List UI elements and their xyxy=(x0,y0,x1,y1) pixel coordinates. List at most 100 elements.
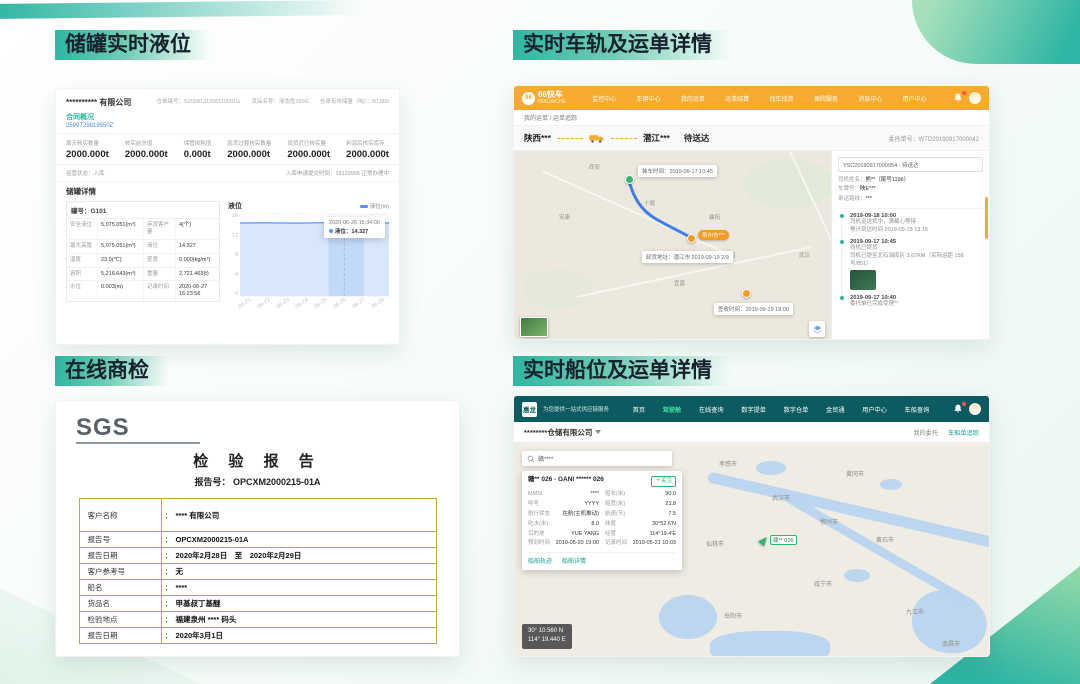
field-value: YYYY xyxy=(584,500,599,510)
breadcrumb[interactable]: 我的运单 / 运单追踪 xyxy=(514,110,989,126)
row-label: 客户名称 xyxy=(80,499,162,531)
start-marker-icon[interactable] xyxy=(625,175,634,184)
tank-contract-number-link[interactable]: 2599T29819550Z xyxy=(66,123,389,129)
section-title-ship-track: 实时船位及运单详情 xyxy=(513,356,732,386)
field-label: 呼号 xyxy=(528,500,539,510)
truck-main-split: 西安 安康 十堰 襄阳 荆门 宜昌 武汉 重庆 荆州仓*** 装车时间：2019… xyxy=(514,151,989,340)
ship-map[interactable]: 孝感市 武汉市 黄冈市 鄂州市 黄石市 仙桃市 咸宁市 九江市 南昌市 岳阳市 … xyxy=(514,443,989,657)
colon: ： xyxy=(162,510,176,521)
waybill-number: 委托单号：WTD20190917000042 xyxy=(889,134,979,143)
row-label: 货品名 xyxy=(80,596,162,611)
fields-right: 船长(米)90.0 船宽(米)23.8 航速(节)7.5 纬度30°52.6′N… xyxy=(605,490,676,549)
waybill-search-input[interactable]: YSC20190917000054 - 待送达 xyxy=(838,157,983,172)
field-label: 经度 xyxy=(605,530,616,540)
topnav-item[interactable]: 数字仓单 xyxy=(784,405,809,414)
ship-marker[interactable]: 赣** 026 xyxy=(760,535,797,545)
avatar[interactable] xyxy=(969,92,981,104)
truck-icon xyxy=(589,134,605,143)
ship-track-link[interactable]: 船舶轨迹 xyxy=(528,556,552,565)
ship-app-logo[interactable]: 惠龙 xyxy=(522,402,537,417)
field-value: 23.8 xyxy=(665,500,676,510)
cell-value: 0.000(kg/m³) xyxy=(175,254,219,267)
warehouse-pin-label[interactable]: 荆州仓*** xyxy=(698,230,729,240)
row-value: OPCXM2000215-01A xyxy=(176,535,436,544)
tank-contract-label: 合同概况 xyxy=(66,112,389,122)
ship-top-nav-bar: 惠龙 为您提供一站式供应链服务 首页 驾驶舱 在线查询 数字提单 数字仓单 金贸… xyxy=(514,396,989,422)
cell-value: 2020-06-27 16:23:56 xyxy=(175,281,219,301)
chart-plot-area: 16 12 8 4 0 xyxy=(228,213,389,297)
vessel-search-input[interactable]: 赣**** xyxy=(522,451,672,466)
lake xyxy=(659,595,717,639)
avatar[interactable] xyxy=(969,403,981,415)
topnav-item[interactable]: 金贸通 xyxy=(826,405,845,414)
cell-value: 23.0(℃) xyxy=(97,254,143,267)
topnav-item[interactable]: 监控中心 xyxy=(592,94,616,103)
topnav-item[interactable]: 找车找货 xyxy=(770,94,794,103)
scrollbar-thumb[interactable] xyxy=(985,197,988,239)
field-value: 在航(主机推动) xyxy=(562,510,599,520)
route-destination: 潜江*** xyxy=(643,132,670,144)
page: 储罐实时液位 实时车轨及运单详情 在线商检 实时船位及运单详情 ********… xyxy=(0,0,1080,684)
topnav-item[interactable]: 首页 xyxy=(633,405,645,414)
follow-button[interactable]: ＋关注 xyxy=(651,476,676,487)
x-tick: 06-23 xyxy=(276,297,295,316)
company-selector[interactable]: ********仓储有限公司 xyxy=(524,427,601,438)
map-city-label: 西安 xyxy=(589,163,600,171)
vehicle-ship-tracking-link[interactable]: 车船单追踪 xyxy=(948,428,979,437)
x-tick: 06-22 xyxy=(257,297,276,316)
ship-detail-link[interactable]: 船舶详情 xyxy=(562,556,586,565)
tank-status: 运营状态：入库 xyxy=(66,169,105,177)
table-row: 客户名称：**** 有限公司 xyxy=(80,499,436,531)
row-value: **** 有限公司 xyxy=(176,510,436,521)
bell-icon[interactable] xyxy=(953,93,963,103)
satellite-layer-toggle[interactable] xyxy=(520,317,548,337)
bell-icon[interactable] xyxy=(953,404,963,414)
topnav-item[interactable]: 用户中心 xyxy=(862,405,887,414)
topnav-item[interactable]: 保险服务 xyxy=(814,94,838,103)
truck-app-logo[interactable]: 66 66快车 66KUAICHE xyxy=(522,91,566,105)
layers-control[interactable] xyxy=(809,321,825,337)
topnav-item[interactable]: 车船查询 xyxy=(905,405,930,414)
notification-badge xyxy=(962,91,966,95)
topnav-item[interactable]: 消息中心 xyxy=(858,94,882,103)
truck-map[interactable]: 西安 安康 十堰 襄阳 荆门 宜昌 武汉 重庆 荆州仓*** 装车时间：2019… xyxy=(514,151,831,340)
report-number-line: 报告号： OPCXM2000215-01A xyxy=(76,475,439,488)
stat-label: 周天核实数量 xyxy=(66,139,109,147)
topnav-item[interactable]: 用户中心 xyxy=(903,94,927,103)
search-value: 赣**** xyxy=(538,454,553,463)
info-value: 陕E*** xyxy=(860,185,876,194)
row-value: **** xyxy=(176,583,436,592)
tank-stat: 利润后核实库存2000.000t xyxy=(346,139,389,160)
topnav-item[interactable]: 我的运单 xyxy=(681,94,705,103)
cell-label: 液位 xyxy=(143,240,175,253)
y-tick: 4 xyxy=(228,272,238,278)
brand-name: 66快车 xyxy=(538,91,566,99)
cell-value: 5,216.643(m³) xyxy=(97,268,143,281)
field-value: **** xyxy=(590,490,599,500)
topnav-item[interactable]: 在线查询 xyxy=(699,405,724,414)
field-row: 航行状态在航(主机推动) xyxy=(528,510,599,520)
truck-top-nav-bar: 66 66快车 66KUAICHE 监控中心 车辆中心 我的运单 运单结算 找车… xyxy=(514,86,989,110)
vessel-info-card: 赣** 026 - GANI ****** 026 ＋关注 MMSI**** 呼… xyxy=(522,471,682,570)
waypoint-marker-icon[interactable] xyxy=(687,234,696,243)
fields-left: MMSI**** 呼号YYYY 航行状态在航(主机推动) 吃水(米)8.0 目的… xyxy=(528,490,599,549)
topnav-item[interactable]: 运单结算 xyxy=(725,94,749,103)
vessel-card-header: 赣** 026 - GANI ****** 026 ＋关注 xyxy=(528,476,676,487)
stat-label: 现货过程核实数量 xyxy=(227,139,271,147)
chart-legend[interactable]: 液位(m) xyxy=(360,202,389,210)
chart-x-axis: 06-21 06-22 06-23 06-24 06-25 06-26 06-2… xyxy=(240,300,387,313)
pickup-photo-thumbnail[interactable] xyxy=(850,270,876,290)
topnav-item[interactable]: 数字提单 xyxy=(741,405,766,414)
tank-stat: 现货近已核实量2000.000t xyxy=(287,139,330,160)
cell-label: 密度 xyxy=(143,254,175,267)
row-value: 2020年2月28日 至 2020年2月29日 xyxy=(176,550,436,561)
timeline-text: 司机已提货 xyxy=(850,245,983,253)
map-city-label: 九江市 xyxy=(906,607,924,616)
timeline-text: 预计到达时间 2019-09-18 13:15 xyxy=(850,227,983,235)
destination-marker-icon[interactable] xyxy=(742,289,751,298)
topnav-item[interactable]: 车辆中心 xyxy=(636,94,660,103)
topnav-item-active[interactable]: 驾驶舱 xyxy=(663,405,682,414)
my-consignment-link[interactable]: 我的委托 xyxy=(913,428,938,437)
map-city-label: 咸宁市 xyxy=(814,579,832,588)
field-value: 30°52.6′N xyxy=(652,520,676,530)
